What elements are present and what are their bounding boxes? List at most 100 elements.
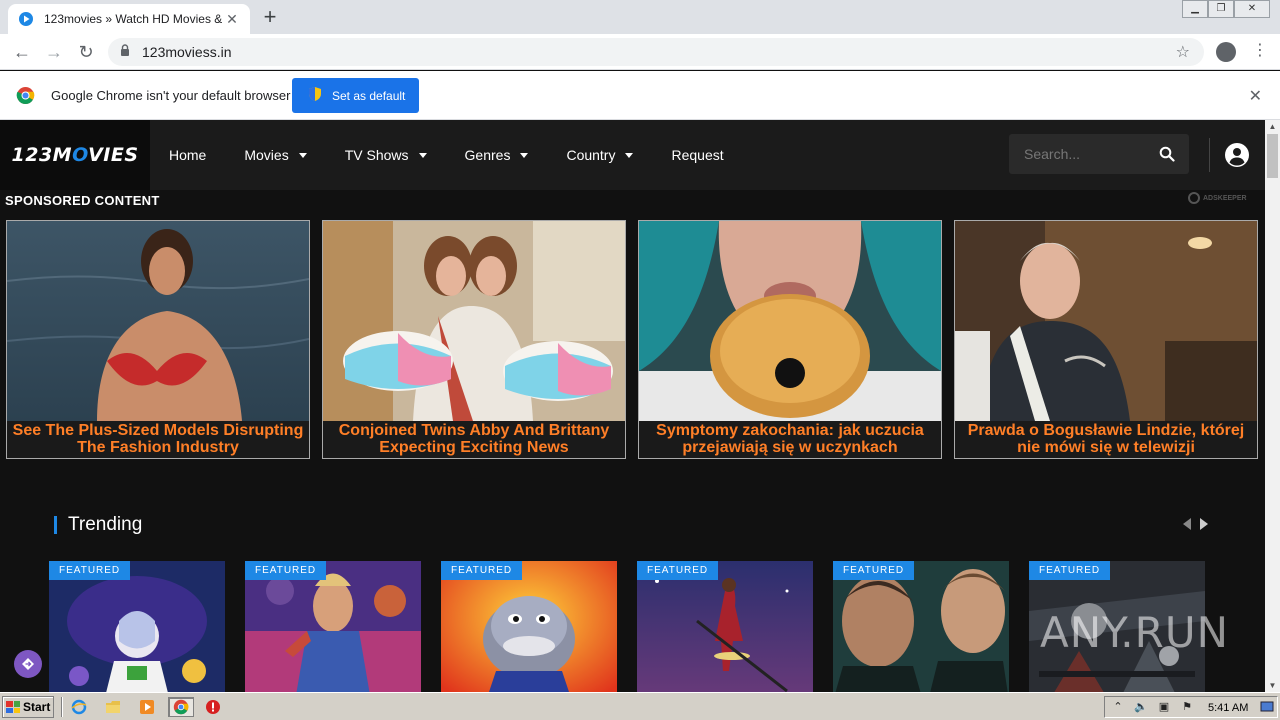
slider-prev-icon[interactable] <box>1183 518 1191 530</box>
infobar-close-icon[interactable]: ✕ <box>1249 86 1262 106</box>
ad-thumbnail <box>7 221 309 421</box>
chrome-taskbar-icon[interactable] <box>168 697 194 717</box>
stop-icon[interactable] <box>202 697 224 717</box>
windows-taskbar: Start ⌃ 🔈 ▣ ⚑ 5:41 AM <box>0 692 1280 720</box>
nav-label: Movies <box>244 147 289 163</box>
sponsored-ad-card[interactable]: See The Plus-Sized Models Disrupting The… <box>6 220 310 459</box>
shield-icon <box>308 86 322 105</box>
movie-card[interactable]: FEATURED <box>49 561 225 692</box>
infobar-message: Google Chrome isn't your default browser <box>51 88 291 103</box>
page-scrollbar[interactable]: ▲ ▼ <box>1265 120 1280 692</box>
close-window-button[interactable]: ✕ <box>1234 0 1270 18</box>
set-as-default-label: Set as default <box>332 88 406 103</box>
search-box <box>1009 134 1189 174</box>
bookmark-star-icon[interactable]: ☆ <box>1176 42 1190 62</box>
slider-next-icon[interactable] <box>1200 518 1208 530</box>
chrome-menu-icon[interactable]: ⋮ <box>1252 41 1268 61</box>
omnibox[interactable]: 123moviess.in ☆ <box>108 38 1204 66</box>
movie-card[interactable]: FEATURED <box>441 561 617 692</box>
tab-close-icon[interactable]: ✕ <box>224 11 240 28</box>
scroll-thumb[interactable] <box>1267 134 1278 178</box>
internet-explorer-icon[interactable] <box>68 697 90 717</box>
nav-home[interactable]: Home <box>169 147 206 163</box>
search-icon[interactable] <box>1159 146 1175 162</box>
caret-down-icon <box>625 152 634 158</box>
minimize-button[interactable]: ▁ <box>1182 0 1208 18</box>
scroll-up-icon[interactable]: ▲ <box>1265 122 1280 131</box>
ad-caption[interactable]: See The Plus-Sized Models Disrupting The… <box>7 422 309 459</box>
floating-action-button[interactable] <box>14 650 42 678</box>
ad-thumbnail <box>323 221 625 421</box>
lock-icon <box>120 43 130 61</box>
tray-expand-icon[interactable]: ⌃ <box>1111 701 1125 713</box>
ad-caption[interactable]: Conjoined Twins Abby And Brittany Expect… <box>323 422 625 459</box>
nav-request[interactable]: Request <box>671 147 723 163</box>
featured-badge: FEATURED <box>245 561 327 580</box>
trending-heading: Trending <box>68 514 143 535</box>
show-desktop-icon[interactable] <box>1258 697 1276 717</box>
website-viewport: 123MOVIES Home Movies TV Shows Genres Co… <box>0 120 1265 692</box>
set-as-default-button[interactable]: Set as default <box>292 78 419 113</box>
restore-button[interactable]: ❐ <box>1208 0 1234 18</box>
sponsored-heading: SPONSORED CONTENT <box>5 193 160 208</box>
browser-tab-strip: 123movies » Watch HD Movies & TV ✕ + ▁ ❐… <box>0 0 1280 34</box>
reload-button[interactable]: ↻ <box>76 42 96 62</box>
ad-thumbnail <box>955 221 1257 421</box>
anyrun-watermark: ANY.RUN <box>1040 608 1229 657</box>
nav-tv-shows[interactable]: TV Shows <box>345 147 427 163</box>
user-account-icon[interactable] <box>1225 143 1249 167</box>
sponsored-ad-card[interactable]: Conjoined Twins Abby And Brittany Expect… <box>322 220 626 459</box>
nav-movies[interactable]: Movies <box>244 147 307 163</box>
featured-badge: FEATURED <box>833 561 915 580</box>
adskeeper-label: ADSKEEPER <box>1203 194 1247 202</box>
site-favicon-icon <box>18 11 34 27</box>
movie-card[interactable]: FEATURED <box>637 561 813 692</box>
logo-text: 123M <box>11 144 73 166</box>
network-icon[interactable]: ▣ <box>1157 701 1171 713</box>
browser-tab[interactable]: 123movies » Watch HD Movies & TV ✕ <box>8 4 250 34</box>
adskeeper-dot-icon <box>1188 192 1200 204</box>
chrome-logo-icon <box>16 86 35 105</box>
header-divider <box>1209 138 1210 172</box>
system-tray: ⌃ 🔈 ▣ ⚑ <box>1104 696 1278 718</box>
forward-button[interactable]: → <box>44 42 64 62</box>
sponsored-ad-card[interactable]: Symptomy zakochania: jak uczucia przejaw… <box>638 220 942 459</box>
default-browser-infobar: Google Chrome isn't your default browser… <box>0 71 1280 120</box>
featured-badge: FEATURED <box>441 561 523 580</box>
volume-icon[interactable]: 🔈 <box>1134 701 1148 713</box>
logo-text-end: VIES <box>88 144 139 166</box>
movie-poster <box>833 561 1009 692</box>
search-input[interactable] <box>1009 134 1149 174</box>
movie-poster <box>637 561 813 692</box>
media-player-icon[interactable] <box>136 697 158 717</box>
featured-badge: FEATURED <box>637 561 719 580</box>
ad-caption[interactable]: Symptomy zakochania: jak uczucia przejaw… <box>639 422 941 459</box>
ad-caption[interactable]: Prawda o Bogusławie Lindzie, której nie … <box>955 422 1257 459</box>
ad-thumbnail <box>639 221 941 421</box>
start-label: Start <box>23 700 51 714</box>
caret-down-icon <box>298 152 307 158</box>
movie-card[interactable]: FEATURED <box>245 561 421 692</box>
main-nav: Home Movies TV Shows Genres Country Requ… <box>150 120 743 190</box>
new-tab-button[interactable]: + <box>258 6 282 30</box>
featured-badge: FEATURED <box>49 561 131 580</box>
site-logo[interactable]: 123MOVIES <box>0 120 150 190</box>
nav-genres[interactable]: Genres <box>465 147 529 163</box>
sponsored-ad-card[interactable]: Prawda o Bogusławie Lindzie, której nie … <box>954 220 1258 459</box>
taskbar-clock: 5:41 AM <box>1208 702 1249 714</box>
taskbar-separator <box>61 697 63 717</box>
scroll-down-icon[interactable]: ▼ <box>1265 681 1280 690</box>
nav-label: TV Shows <box>344 147 409 163</box>
chrome-profile-icon[interactable] <box>1216 42 1236 62</box>
adskeeper-logo[interactable]: ADSKEEPER <box>1188 192 1247 204</box>
nav-label: Country <box>566 147 616 163</box>
diamond-icon <box>22 658 34 670</box>
movie-card[interactable]: FEATURED <box>833 561 1009 692</box>
flag-icon[interactable]: ⚑ <box>1180 701 1194 713</box>
windows-logo-icon <box>6 701 20 713</box>
nav-country[interactable]: Country <box>566 147 634 163</box>
start-button[interactable]: Start <box>2 696 54 718</box>
back-button[interactable]: ← <box>12 42 32 62</box>
featured-badge: FEATURED <box>1029 561 1111 580</box>
file-explorer-icon[interactable] <box>102 697 124 717</box>
